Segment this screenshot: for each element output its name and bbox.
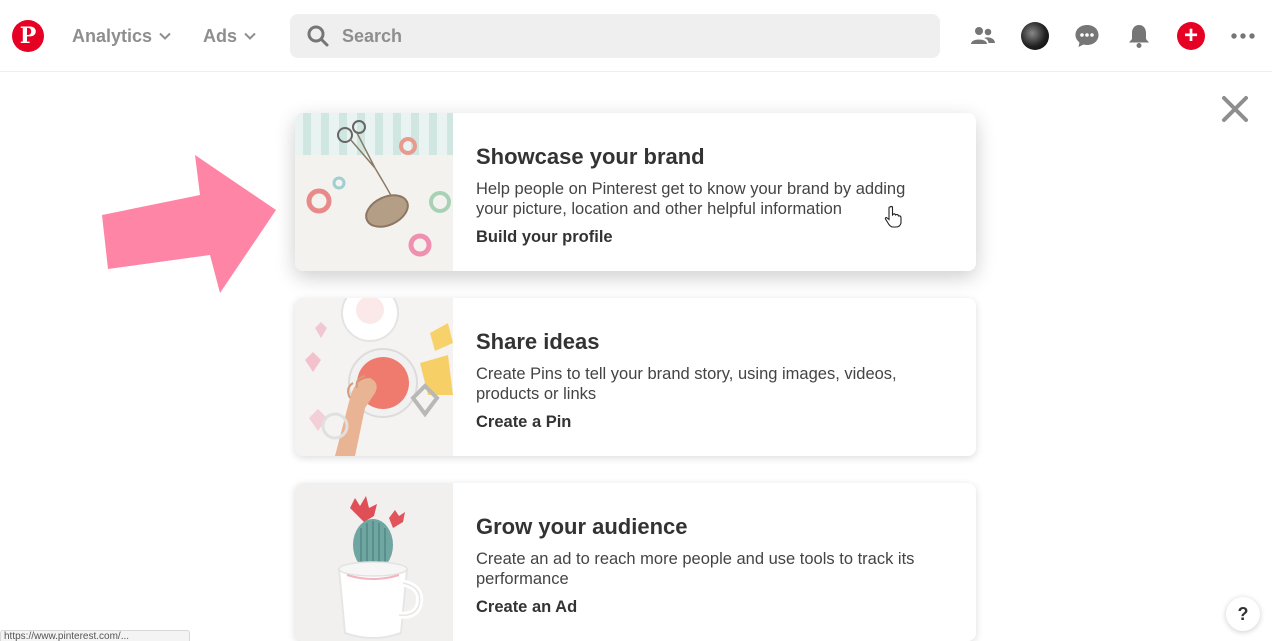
card-description: Help people on Pinterest get to know you… <box>476 180 906 218</box>
avatar <box>1021 22 1049 50</box>
card-image-baking <box>295 298 453 456</box>
search-input[interactable] <box>342 25 902 47</box>
chevron-down-icon <box>159 32 171 40</box>
search-icon <box>307 25 329 47</box>
analytics-menu[interactable]: Analytics <box>72 24 172 48</box>
grow-audience-card[interactable]: Grow your audience Create an ad to reach… <box>295 483 976 641</box>
ads-menu[interactable]: Ads <box>203 24 257 48</box>
card-body: Grow your audience Create an ad to reach… <box>476 483 936 617</box>
help-button[interactable]: ? <box>1226 597 1260 631</box>
chevron-down-icon <box>244 32 256 40</box>
pointer-arrow-graphic <box>102 155 276 293</box>
card-description: Create Pins to tell your brand story, us… <box>476 365 897 403</box>
create-ad-link[interactable]: Create an Ad <box>476 597 936 617</box>
card-body: Showcase your brand Help people on Pinte… <box>476 113 936 247</box>
card-image-craft-tapes <box>295 113 453 271</box>
share-ideas-card[interactable]: Share ideas Create Pins to tell your bra… <box>295 298 976 456</box>
card-title: Grow your audience <box>476 514 688 539</box>
ads-menu-label: Ads <box>203 25 238 46</box>
bell-icon[interactable] <box>1123 20 1155 52</box>
create-plus-icon[interactable]: + <box>1175 20 1207 52</box>
card-image-cactus <box>295 483 453 641</box>
chat-icon[interactable] <box>1071 20 1103 52</box>
plus-icon: + <box>1177 22 1205 50</box>
showcase-brand-card[interactable]: Showcase your brand Help people on Pinte… <box>295 113 976 271</box>
hand-cursor-icon <box>884 205 902 228</box>
analytics-menu-label: Analytics <box>72 25 153 46</box>
card-title: Share ideas <box>476 329 600 354</box>
build-profile-link[interactable]: Build your profile <box>476 227 936 247</box>
people-icon[interactable] <box>967 20 999 52</box>
more-icon[interactable] <box>1227 20 1259 52</box>
create-pin-link[interactable]: Create a Pin <box>476 412 936 432</box>
profile-avatar[interactable] <box>1019 20 1051 52</box>
close-icon[interactable] <box>1219 93 1251 125</box>
pinterest-logo[interactable]: P <box>12 20 44 52</box>
card-description: Create an ad to reach more people and us… <box>476 550 915 588</box>
browser-status-url: https://www.pinterest.com/... <box>0 630 190 641</box>
card-body: Share ideas Create Pins to tell your bra… <box>476 298 936 432</box>
search-bar[interactable] <box>290 14 940 58</box>
card-title: Showcase your brand <box>476 144 705 169</box>
top-navigation-bar: P Analytics Ads + <box>0 0 1272 72</box>
